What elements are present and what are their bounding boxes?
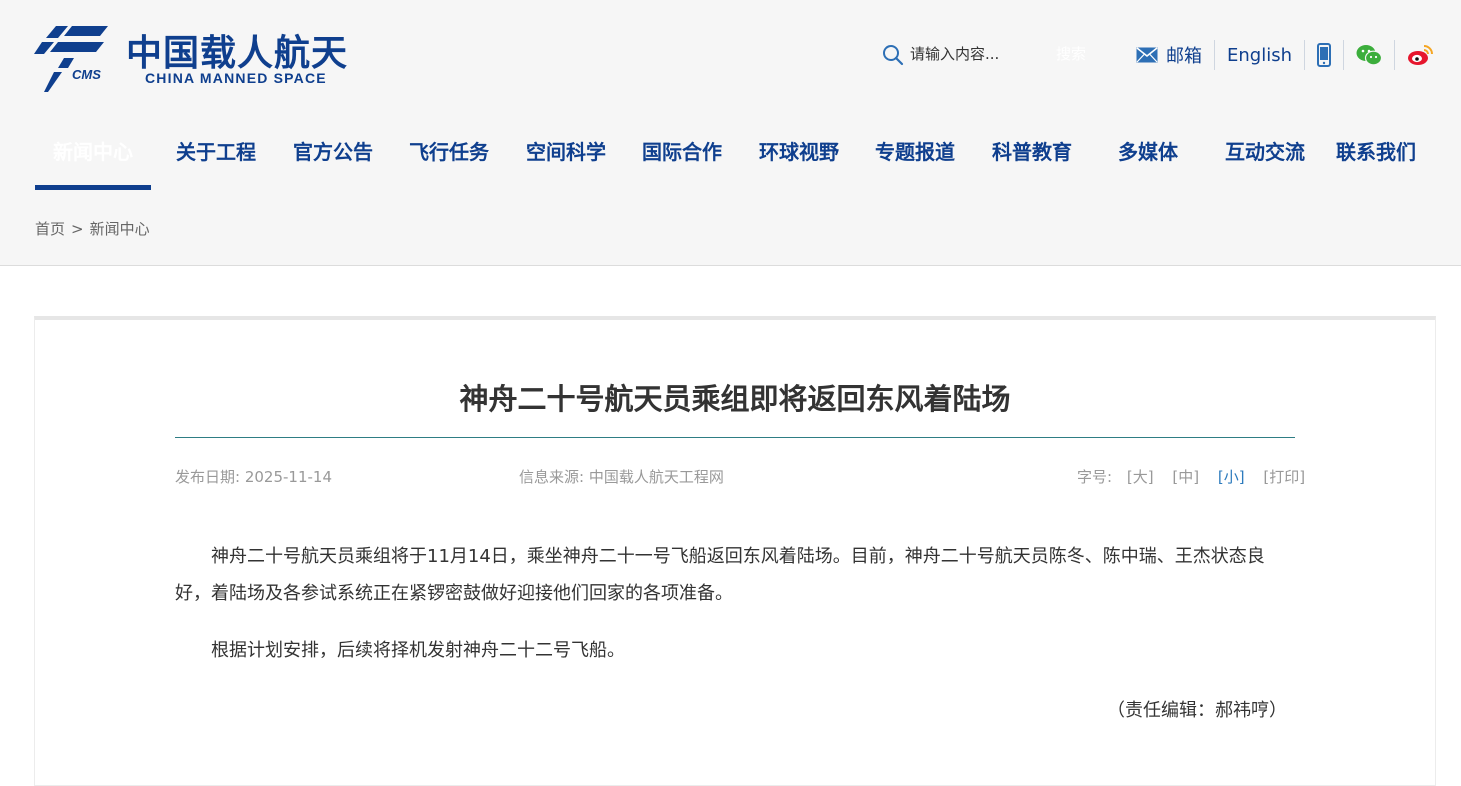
nav-item-news[interactable]: 新闻中心 <box>35 118 151 190</box>
wechat-link[interactable] <box>1343 40 1394 70</box>
weibo-icon <box>1408 45 1433 65</box>
nav-item-contact[interactable]: 联系我们 <box>1326 118 1426 190</box>
mail-label: 邮箱 <box>1166 46 1202 67</box>
search-icon[interactable] <box>882 44 904 66</box>
english-link[interactable]: English <box>1214 40 1304 70</box>
font-size-medium-button[interactable]: [中] <box>1172 468 1199 486</box>
nav-item-interaction[interactable]: 互动交流 <box>1210 118 1320 190</box>
mobile-link[interactable] <box>1304 40 1343 70</box>
article-body: 神舟二十号航天员乘组将于11月14日，乘坐神舟二十一号飞船返回东风着陆场。目前，… <box>175 538 1297 689</box>
weibo-link[interactable] <box>1394 40 1445 70</box>
mail-link[interactable]: 邮箱 <box>1124 40 1214 70</box>
logo-english-name: CHINA MANNED SPACE <box>145 70 327 86</box>
site-header: CMS 中国载人航天 CHINA MANNED SPACE 搜索 邮箱 Engl… <box>0 0 1461 266</box>
english-label: English <box>1227 44 1292 66</box>
breadcrumb-home[interactable]: 首页 <box>35 220 65 238</box>
breadcrumb-current[interactable]: 新闻中心 <box>90 220 150 238</box>
site-logo[interactable]: CMS 中国载人航天 CHINA MANNED SPACE <box>34 22 354 94</box>
search-input[interactable] <box>910 42 1040 66</box>
font-size-label: 字号: <box>1077 468 1113 486</box>
header-tools: 邮箱 English <box>1124 40 1445 70</box>
nav-item-missions[interactable]: 飞行任务 <box>394 118 504 190</box>
info-source: 信息来源: 中国载人航天工程网 <box>519 468 724 486</box>
article-paragraph: 神舟二十号航天员乘组将于11月14日，乘坐神舟二十一号飞船返回东风着陆场。目前，… <box>175 546 1265 604</box>
title-divider <box>175 437 1295 438</box>
search-button[interactable]: 搜索 <box>1056 43 1086 64</box>
mobile-icon <box>1317 43 1331 67</box>
article-title: 神舟二十号航天员乘组即将返回东风着陆场 <box>459 382 1011 416</box>
nav-item-announcements[interactable]: 官方公告 <box>278 118 388 190</box>
nav-item-international[interactable]: 国际合作 <box>627 118 737 190</box>
nav-item-about[interactable]: 关于工程 <box>161 118 271 190</box>
mail-icon <box>1136 47 1158 63</box>
font-size-large-button[interactable]: [大] <box>1127 468 1154 486</box>
logo-chinese-name: 中国载人航天 <box>126 33 349 74</box>
font-size-controls: 字号: [大] [中] [小] [打印] <box>1077 466 1305 487</box>
nav-item-space-science[interactable]: 空间科学 <box>511 118 621 190</box>
wechat-icon <box>1356 45 1382 66</box>
nav-item-global-view[interactable]: 环球视野 <box>744 118 854 190</box>
cms-logo-icon: CMS <box>34 26 108 92</box>
logo-mark-text: CMS <box>72 67 101 82</box>
search-bar: 搜索 <box>882 42 1092 68</box>
responsible-editor: （责任编辑：郝祎哼） <box>1107 700 1287 721</box>
publish-date: 发布日期: 2025-11-14 <box>175 468 332 486</box>
main-nav: 新闻中心 关于工程 官方公告 飞行任务 空间科学 国际合作 环球视野 专题报道 … <box>35 118 1435 190</box>
nav-item-multimedia[interactable]: 多媒体 <box>1093 118 1203 190</box>
article-card: 神舟二十号航天员乘组即将返回东风着陆场 发布日期: 2025-11-14 信息来… <box>34 316 1436 786</box>
font-size-small-button[interactable]: [小] <box>1218 468 1245 486</box>
print-button[interactable]: [打印] <box>1263 468 1305 486</box>
breadcrumb: 首页 > 新闻中心 <box>35 218 150 239</box>
nav-item-science-education[interactable]: 科普教育 <box>977 118 1087 190</box>
breadcrumb-separator: > <box>71 220 84 238</box>
article-paragraph: 根据计划安排，后续将择机发射神舟二十二号飞船。 <box>211 640 625 661</box>
nav-item-special-reports[interactable]: 专题报道 <box>860 118 970 190</box>
